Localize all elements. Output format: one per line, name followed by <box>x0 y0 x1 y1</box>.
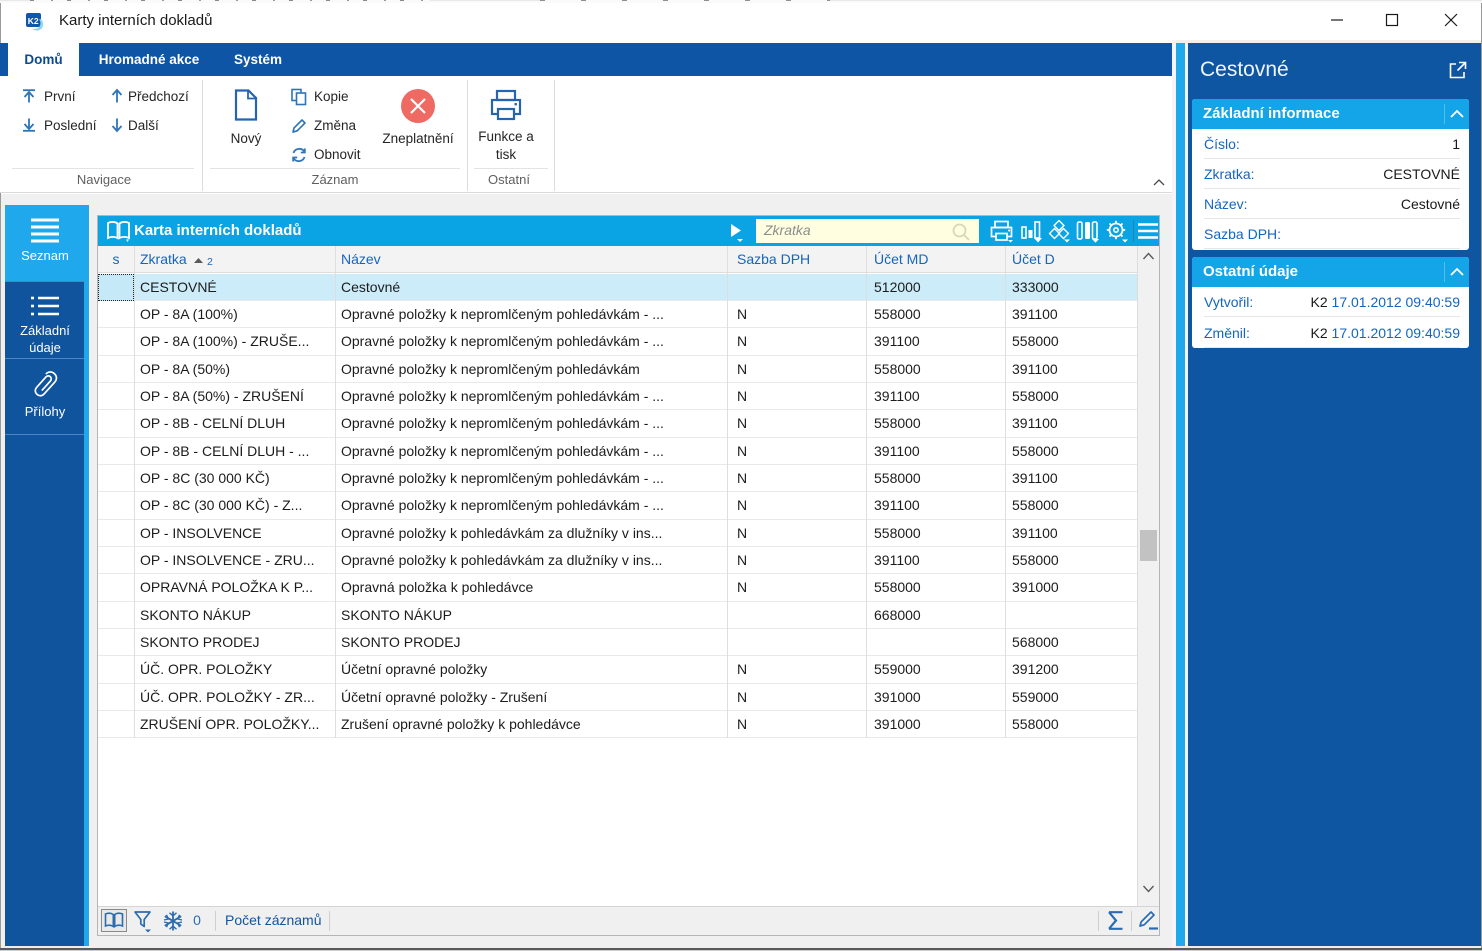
svg-text:K2: K2 <box>28 16 39 26</box>
